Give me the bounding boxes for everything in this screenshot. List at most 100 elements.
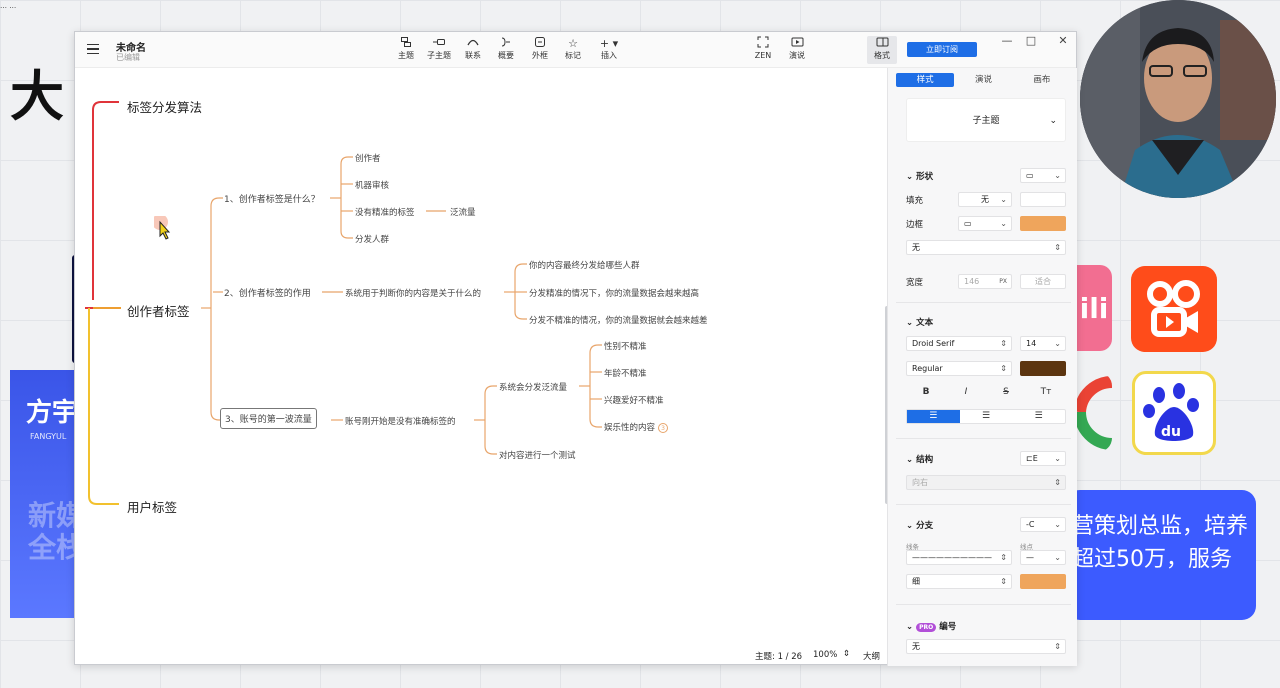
section-structure-title: 结构 [916, 455, 934, 465]
font-weight-select[interactable]: Regular ⇕ [906, 361, 1012, 376]
align-center-icon[interactable]: ☰ [960, 410, 1013, 423]
leaf-distribution-target[interactable]: 你的内容最终分发给哪些人群 [529, 259, 640, 271]
bold-button[interactable]: B [906, 386, 946, 401]
italic-button[interactable]: I [946, 386, 986, 401]
border-line-value: 无 [912, 243, 920, 252]
font-weight-value: Regular [912, 364, 943, 373]
line-thickness-select[interactable]: 细 ⇕ [906, 574, 1012, 589]
section-shape[interactable]: ⌄ 形状 [906, 170, 933, 182]
xmind-window: 未命名 已编辑 主题 子主题 联系 概要 外框 ☆ 标记 + ▾ 插入 ZEN … [74, 31, 1077, 666]
maximize-button[interactable]: □ [1023, 34, 1039, 47]
chevron-updown-icon: ⇕ [1000, 553, 1007, 562]
node-system-broad-traffic[interactable]: 系统会分发泛流量 [499, 381, 567, 393]
align-left-icon[interactable]: ☰ [907, 410, 960, 423]
node-content-test[interactable]: 对内容进行一个测试 [499, 449, 576, 461]
endpoint-select[interactable]: — ⌄ [1020, 550, 1066, 565]
topic-style-select[interactable]: 子主题 ⌄ [906, 98, 1066, 142]
font-size-select[interactable]: 14 ⌄ [1020, 336, 1066, 351]
main-topic-user-tag[interactable]: 用户标签 [127, 497, 177, 516]
menu-icon[interactable] [87, 44, 99, 54]
leaf-imprecise-distribution[interactable]: 分发不精准的情况，你的流量数据就会越来越差 [529, 314, 708, 326]
zoom-stepper-icon[interactable]: ⇕ [843, 649, 850, 659]
branch-color-swatch[interactable] [1020, 574, 1066, 589]
tab-style[interactable]: 样式 [896, 73, 955, 87]
fill-value: 无 [981, 195, 989, 204]
leaf-no-precise-tag[interactable]: 没有精准的标签 [355, 206, 415, 218]
leaf-precise-distribution[interactable]: 分发精准的情况下，你的流量数据会越来越高 [529, 287, 699, 299]
subtopic-what-is-creator-tag[interactable]: 1、创作者标签是什么？ [224, 192, 320, 205]
section-text[interactable]: ⌄ 文本 [906, 316, 933, 328]
fit-button[interactable]: 适合 [1020, 274, 1066, 289]
font-size-value: 14 [1026, 339, 1037, 348]
text-case-button[interactable]: Tт [1026, 386, 1066, 401]
border-color-swatch[interactable] [1020, 216, 1066, 231]
leaf-interest-imprecise[interactable]: 兴趣爱好不精准 [604, 394, 664, 406]
outline-button[interactable]: 大纲 [863, 650, 880, 662]
toolbar-marker-button[interactable]: ☆ 标记 [558, 36, 588, 64]
shape-select[interactable]: ▭ ⌄ [1020, 168, 1066, 183]
tab-presentation[interactable]: 演说 [954, 73, 1012, 87]
text-color-swatch[interactable] [1020, 361, 1066, 376]
bilibili-icon: ili [1076, 265, 1112, 351]
webcam-overlay [1080, 0, 1276, 198]
numbering-select[interactable]: 无 ⇕ [906, 639, 1066, 654]
leaf-age-imprecise[interactable]: 年龄不精准 [604, 367, 647, 379]
leaf-machine-review[interactable]: 机器审核 [355, 179, 389, 191]
zoom-level[interactable]: 100% [813, 650, 837, 660]
subtopic-tag-function[interactable]: 2、创作者标签的作用 [224, 286, 311, 299]
section-numbering[interactable]: ⌄ PRO 编号 [906, 620, 956, 632]
left-card-sub: FANGYUL [30, 432, 67, 441]
toolbar-topic-button[interactable]: 主题 [391, 36, 421, 64]
subtopic-first-traffic-selected[interactable]: 3、账号的第一波流量 [220, 408, 317, 429]
line-style-select[interactable]: —————————— ⇕ [906, 550, 1012, 565]
toolbar-insert-button[interactable]: + ▾ 插入 [594, 36, 624, 64]
text-style-row: B I S Tт [906, 386, 1066, 401]
close-button[interactable]: ✕ [1055, 34, 1071, 47]
fill-color-swatch[interactable] [1020, 192, 1066, 207]
mindmap-canvas[interactable]: 标签分发算法 创作者标签 用户标签 1、创作者标签是什么？ 创作者 机器审核 没… [75, 68, 887, 648]
node-no-accurate-tag[interactable]: 账号刚开始是没有准确标签的 [345, 415, 456, 427]
toolbar-format-button[interactable]: 格式 [867, 36, 897, 64]
leaf-gender-imprecise[interactable]: 性别不精准 [604, 340, 647, 352]
divider [896, 302, 1071, 303]
toolbar-present-button[interactable]: 演说 [782, 36, 812, 64]
fill-select[interactable]: 无 ⌄ [958, 192, 1012, 207]
structure-select[interactable]: ⊏E ⌄ [1020, 451, 1066, 466]
tab-canvas[interactable]: 画布 [1013, 73, 1071, 87]
align-right-icon[interactable]: ☰ [1012, 410, 1065, 423]
node-system-judge[interactable]: 系统用于判断你的内容是关于什么的 [345, 287, 481, 299]
direction-select[interactable]: 向右 ⇕ [906, 475, 1066, 490]
section-branch[interactable]: ⌄ 分支 [906, 519, 933, 531]
branch-style-select[interactable]: -C ⌄ [1020, 517, 1066, 532]
divider [896, 504, 1071, 505]
panel-tabs: 样式 演说 画布 [896, 73, 1071, 87]
main-topic-creator-tag[interactable]: 创作者标签 [127, 301, 190, 320]
border-line-select[interactable]: 无 ⇕ [906, 240, 1066, 255]
leaf-creator[interactable]: 创作者 [355, 152, 381, 164]
subscribe-button[interactable]: 立即订阅 [907, 42, 977, 57]
collapsed-count-badge[interactable]: 3 [658, 423, 669, 433]
toolbar-summary-button[interactable]: 概要 [491, 36, 521, 64]
minimize-button[interactable]: — [999, 34, 1015, 47]
font-family-select[interactable]: Droid Serif ⇕ [906, 336, 1012, 351]
main-topic-algorithm[interactable]: 标签分发算法 [127, 97, 202, 116]
section-branch-title: 分支 [916, 521, 934, 531]
toolbar-topic-label: 主题 [398, 51, 414, 60]
toolbar-boundary-button[interactable]: 外框 [525, 36, 555, 64]
section-structure[interactable]: ⌄ 结构 [906, 453, 933, 465]
toolbar-insert-label: 插入 [601, 51, 617, 60]
toolbar-zen-button[interactable]: ZEN [748, 36, 778, 64]
strikethrough-button[interactable]: S [986, 386, 1026, 401]
width-input[interactable]: 146 PX [958, 274, 1012, 289]
toolbar-relation-button[interactable]: 联系 [458, 36, 488, 64]
leaf-broad-traffic[interactable]: 泛流量 [450, 206, 476, 218]
left-card-title: 方宇 [26, 398, 79, 428]
chevron-updown-icon: ⇕ [1000, 339, 1007, 348]
leaf-distribution-audience[interactable]: 分发人群 [355, 233, 389, 245]
border-style-select[interactable]: ▭ ⌄ [958, 216, 1012, 231]
leaf-entertainment-content[interactable]: 娱乐性的内容 3 [604, 421, 669, 433]
status-bar: 主题: 1 / 26 100% ⇕ 大纲 [75, 648, 887, 665]
document-status: 已编辑 [116, 53, 140, 62]
toolbar-subtopic-button[interactable]: 子主题 [424, 36, 454, 64]
google-icon [1076, 372, 1112, 452]
